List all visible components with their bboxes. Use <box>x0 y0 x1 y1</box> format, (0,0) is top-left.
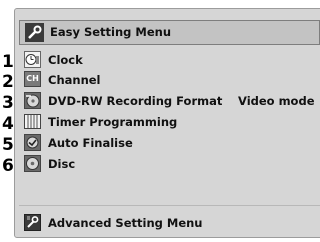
item-number: 6 <box>2 156 14 176</box>
menu-item-auto-finalise[interactable]: Auto Finalise <box>24 133 320 153</box>
menu-item-label: Advanced Setting Menu <box>48 216 203 230</box>
wrench-icon <box>25 23 44 42</box>
finalise-icon <box>24 134 41 151</box>
menu-item-label: Timer Programming <box>48 115 178 129</box>
disc-icon <box>24 155 41 172</box>
menu-item-label: Channel <box>48 73 101 87</box>
menu-title: Easy Setting Menu <box>50 25 172 39</box>
item-number: 4 <box>2 114 14 134</box>
divider <box>19 205 320 206</box>
menu-item-label: Disc <box>48 157 76 171</box>
menu-item-channel[interactable]: CH Channel <box>24 70 320 90</box>
menu-item-label: Auto Finalise <box>48 136 133 150</box>
timer-icon <box>24 114 41 129</box>
menu-item-disc[interactable]: Disc <box>24 154 320 174</box>
menu-item-label: Clock <box>48 53 83 67</box>
item-number: 3 <box>2 93 14 113</box>
menu-item-value: Video mode <box>238 94 315 108</box>
menu-item-label: DVD-RW Recording Format <box>48 94 223 108</box>
item-number: 5 <box>2 135 14 155</box>
menu-item-timer-programming[interactable]: Timer Programming <box>24 112 320 132</box>
menu-item-clock[interactable]: Clock <box>24 50 320 70</box>
item-number: 2 <box>2 72 14 92</box>
advanced-settings-icon <box>24 214 41 231</box>
menu-item-advanced-setting-menu[interactable]: Advanced Setting Menu <box>24 213 320 233</box>
channel-icon: CH <box>24 71 41 87</box>
menu-header: Easy Setting Menu <box>19 20 320 45</box>
menu-item-dvd-rw-recording-format[interactable]: DVD-RW Recording Format Video mode <box>24 91 320 111</box>
clock-icon <box>24 51 41 68</box>
dvd-rw-icon <box>24 92 41 109</box>
item-number: 1 <box>2 52 14 72</box>
